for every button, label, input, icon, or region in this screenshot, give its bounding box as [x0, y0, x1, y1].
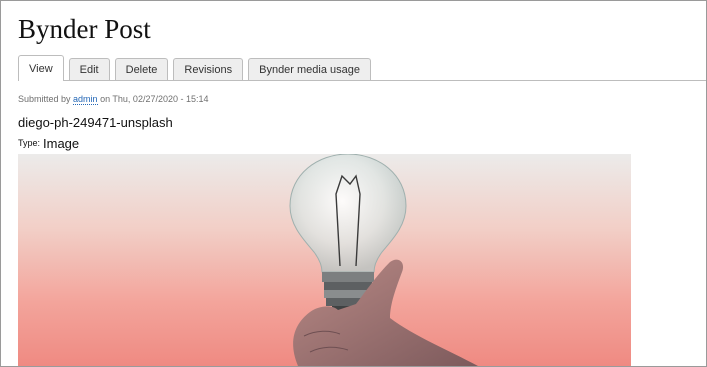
tab-bynder-media-usage[interactable]: Bynder media usage: [248, 58, 372, 80]
submitted-prefix: Submitted by: [18, 94, 71, 104]
media-name: diego-ph-249471-unsplash: [18, 115, 173, 130]
tab-bar: View Edit Delete Revisions Bynder media …: [18, 55, 706, 81]
light-bulb-in-hand-image: [18, 154, 631, 366]
media-image: [18, 154, 631, 366]
submitted-date: on Thu, 02/27/2020 - 15:14: [100, 94, 209, 104]
tab-delete[interactable]: Delete: [114, 58, 169, 80]
page-title: Bynder Post: [18, 14, 151, 44]
submitted-info: Submitted by admin on Thu, 02/27/2020 - …: [18, 94, 209, 105]
media-type-label: Type:: [18, 138, 41, 148]
author-link[interactable]: admin: [73, 94, 98, 105]
media-type: Type: Image: [18, 135, 79, 153]
tab-revisions[interactable]: Revisions: [173, 58, 244, 80]
media-type-value: Image: [43, 136, 80, 151]
tab-view[interactable]: View: [18, 55, 64, 81]
page-frame: Bynder Post View Edit Delete Revisions B…: [0, 0, 707, 367]
tab-edit[interactable]: Edit: [68, 58, 110, 80]
